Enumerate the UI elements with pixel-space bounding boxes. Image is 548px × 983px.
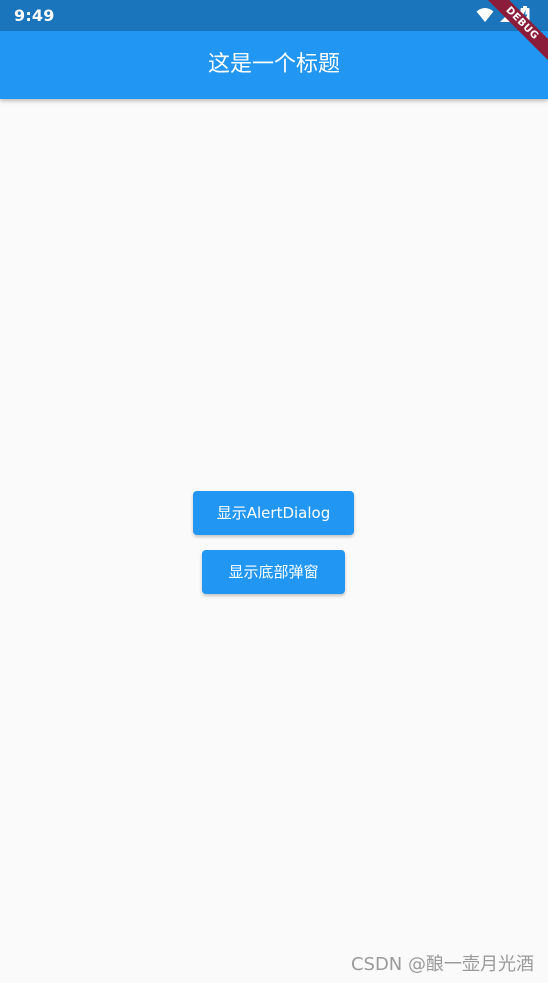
app-bar: 这是一个标题 bbox=[0, 31, 548, 99]
main-content: 显示AlertDialog 显示底部弹窗 bbox=[0, 99, 548, 983]
show-bottom-sheet-button[interactable]: 显示底部弹窗 bbox=[202, 550, 345, 594]
watermark: CSDN @酿一壶月光酒 bbox=[350, 954, 534, 975]
show-alert-dialog-button[interactable]: 显示AlertDialog bbox=[193, 491, 354, 535]
status-time: 9:49 bbox=[14, 6, 55, 25]
wifi-icon bbox=[476, 8, 494, 22]
app-title: 这是一个标题 bbox=[207, 52, 340, 77]
status-bar: 9:49 bbox=[0, 0, 548, 31]
